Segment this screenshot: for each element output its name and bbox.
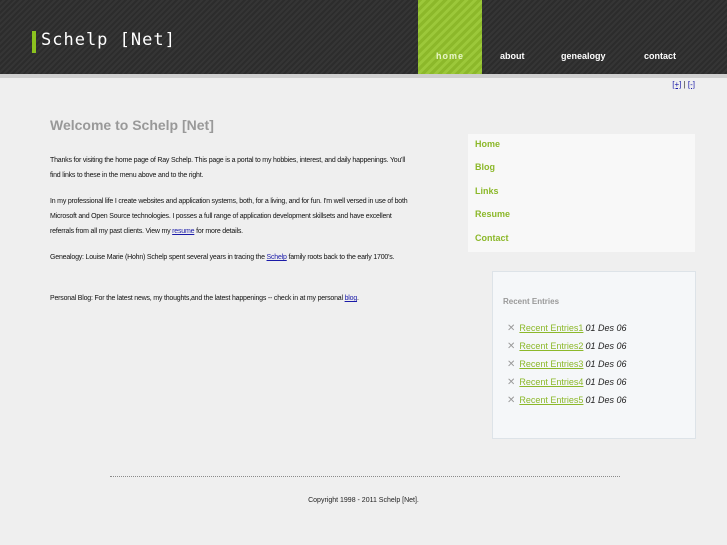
intro-paragraph: Thanks for visiting the home page of Ray… (50, 153, 410, 183)
text-size-controls: [+] | [-] (672, 80, 695, 89)
text-size-separator: | (683, 80, 686, 89)
side-menu-links[interactable]: Links (475, 186, 499, 196)
genealogy-text-end: family roots back to the early 1700's. (286, 254, 395, 261)
close-icon: ✕ (507, 377, 516, 388)
nav-home[interactable]: home (436, 51, 464, 61)
recent-entry-date: 01 Des 06 (585, 359, 627, 369)
close-icon: ✕ (507, 395, 516, 406)
nav-genealogy[interactable]: genealogy (561, 51, 606, 61)
blog-link[interactable]: blog (345, 295, 358, 302)
recent-entry: ✕ Recent Entries3 01 Des 06 (507, 359, 626, 370)
logo-accent-bar (32, 31, 36, 53)
recent-entry-link[interactable]: Recent Entries1 (519, 323, 583, 333)
genealogy-text: Genealogy: Louise Marie (Hohn) Schelp sp… (50, 254, 267, 261)
copyright-text: Copyright 1998 - 2011 Schelp [Net]. (308, 497, 419, 504)
schelp-link[interactable]: Schelp (267, 254, 287, 261)
blog-text-end: . (357, 295, 359, 302)
blog-text: Personal Blog: For the latest news, my t… (50, 295, 345, 302)
recent-entry-link[interactable]: Recent Entries5 (519, 395, 583, 405)
site-logo[interactable]: Schelp [Net] (41, 30, 176, 50)
side-menu-blog[interactable]: Blog (475, 162, 495, 172)
close-icon: ✕ (507, 323, 516, 334)
recent-entry-link[interactable]: Recent Entries3 (519, 359, 583, 369)
close-icon: ✕ (507, 341, 516, 352)
footer-divider (110, 476, 620, 477)
resume-link[interactable]: resume (172, 228, 194, 235)
genealogy-paragraph: Genealogy: Louise Marie (Hohn) Schelp sp… (50, 250, 410, 265)
recent-entry-date: 01 Des 06 (585, 395, 627, 405)
nav-active-highlight (418, 0, 482, 74)
recent-entry-date: 01 Des 06 (585, 323, 627, 333)
side-menu-resume[interactable]: Resume (475, 209, 510, 219)
recent-entries-panel: Recent Entries ✕ Recent Entries1 01 Des 06… (492, 271, 696, 439)
blog-paragraph: Personal Blog: For the latest news, my t… (50, 291, 410, 306)
side-menu-home[interactable]: Home (475, 139, 500, 149)
recent-entry-date: 01 Des 06 (585, 377, 627, 387)
recent-entry: ✕ Recent Entries2 01 Des 06 (507, 341, 626, 352)
recent-entry-link[interactable]: Recent Entries4 (519, 377, 583, 387)
text-smaller-button[interactable]: [-] (688, 80, 695, 89)
recent-entry-date: 01 Des 06 (585, 341, 627, 351)
professional-paragraph: In my professional life I create website… (50, 194, 410, 239)
nav-about[interactable]: about (500, 51, 525, 61)
professional-text-end: for more details. (194, 228, 243, 235)
intro-text: Thanks for visiting the home page of Ray… (50, 157, 406, 179)
recent-entry: ✕ Recent Entries1 01 Des 06 (507, 323, 626, 334)
site-header: Schelp [Net] home about genealogy contac… (0, 0, 727, 78)
page-title: Welcome to Schelp [Net] (50, 117, 214, 133)
recent-entry: ✕ Recent Entries5 01 Des 06 (507, 395, 626, 406)
text-larger-button[interactable]: [+] (672, 80, 681, 89)
recent-entries-title: Recent Entries (503, 297, 560, 306)
close-icon: ✕ (507, 359, 516, 370)
side-menu: Home Blog Links Resume Contact (468, 134, 695, 252)
recent-entry: ✕ Recent Entries4 01 Des 06 (507, 377, 626, 388)
side-menu-contact[interactable]: Contact (475, 233, 509, 243)
recent-entry-link[interactable]: Recent Entries2 (519, 341, 583, 351)
nav-contact[interactable]: contact (644, 51, 676, 61)
